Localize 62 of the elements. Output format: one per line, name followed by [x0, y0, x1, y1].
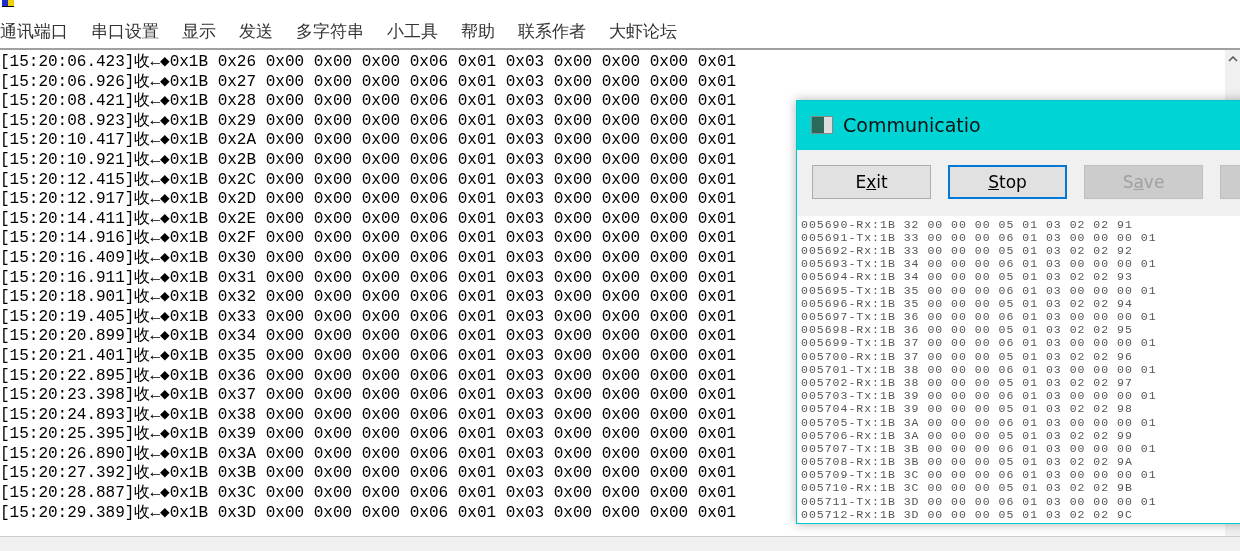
log-line: [15:20:20.899]收←◆0x1B 0x34 0x00 0x00 0x00 0x06 0x01 0x03 0x00 0x00 0x00 0x01: [0, 327, 737, 346]
log-line: [15:20:14.916]收←◆0x1B 0x2F 0x00 0x00 0x00 0x06 0x01 0x03 0x00 0x00 0x00 0x01: [0, 229, 737, 248]
log-line: [15:20:28.887]收←◆0x1B 0x3C 0x00 0x00 0x00 0x06 0x01 0x03 0x00 0x00 0x00 0x01: [0, 484, 737, 503]
window-icon: [811, 116, 833, 135]
log-line: 005703-Tx:1B 39 00 00 00 06 01 03 00 00 00 01: [801, 389, 1157, 403]
log-line: [15:20:29.389]收←◆0x1B 0x3D 0x00 0x00 0x00 0x06 0x01 0x03 0x00 0x00 0x00 0x01: [0, 503, 737, 522]
menu-item[interactable]: 帮助: [461, 19, 507, 43]
log-line: 005708-Rx:1B 3B 00 00 00 05 01 03 02 02 9A: [801, 455, 1133, 469]
log-line: [15:20:16.409]收←◆0x1B 0x30 0x00 0x00 0x00 0x06 0x01 0x03 0x00 0x00 0x00 0x01: [0, 248, 737, 267]
menu-item[interactable]: 通讯端口: [0, 19, 80, 43]
menu-item[interactable]: 联系作者: [518, 19, 598, 43]
log-line: [15:20:21.401]收←◆0x1B 0x35 0x00 0x00 0x00 0x06 0x01 0x03 0x00 0x00 0x00 0x01: [0, 346, 737, 365]
log-line: [15:20:24.893]收←◆0x1B 0x38 0x00 0x00 0x00 0x06 0x01 0x03 0x00 0x00 0x00 0x01: [0, 405, 737, 424]
log-line: [15:20:23.398]收←◆0x1B 0x37 0x00 0x00 0x00 0x06 0x01 0x03 0x00 0x00 0x00 0x01: [0, 386, 737, 405]
log-line: 005702-Rx:1B 38 00 00 00 05 01 03 02 02 97: [801, 375, 1133, 389]
log-line: [15:20:14.411]收←◆0x1B 0x2E 0x00 0x00 0x00 0x06 0x01 0x03 0x00 0x00 0x00 0x01: [0, 209, 737, 228]
log-line: 005712-Rx:1B 3D 00 00 00 05 01 03 02 02 9C: [801, 507, 1133, 521]
dialog-button[interactable]: Stop: [948, 164, 1067, 199]
log-line: [15:20:16.911]收←◆0x1B 0x31 0x00 0x00 0x00 0x06 0x01 0x03 0x00 0x00 0x00 0x01: [0, 268, 737, 287]
log-line: 005690-Rx:1B 32 00 00 00 05 01 03 02 02 91: [801, 217, 1133, 231]
log-line: [15:20:08.421]收←◆0x1B 0x28 0x00 0x00 0x00 0x06 0x01 0x03 0x00 0x00 0x00 0x01: [0, 92, 737, 111]
dialog-button[interactable]: Exit: [812, 164, 931, 199]
log-line: 005704-Rx:1B 39 00 00 00 05 01 03 02 02 98: [801, 402, 1133, 416]
log-line: 005700-Rx:1B 37 00 00 00 05 01 03 02 02 96: [801, 349, 1133, 363]
log-line: 005695-Tx:1B 35 00 00 00 06 01 03 00 00 00 01: [801, 283, 1157, 297]
log-line: 005696-Rx:1B 35 00 00 00 05 01 03 02 02 94: [801, 296, 1133, 310]
log-line: [15:20:18.901]收←◆0x1B 0x32 0x00 0x00 0x00 0x06 0x01 0x03 0x00 0x00 0x00 0x01: [0, 288, 737, 307]
menu-item[interactable]: 显示: [182, 19, 228, 43]
log-line: [15:20:19.405]收←◆0x1B 0x33 0x00 0x00 0x00 0x06 0x01 0x03 0x00 0x00 0x00 0x01: [0, 307, 737, 326]
log-line: 005698-Rx:1B 36 00 00 00 05 01 03 02 02 95: [801, 323, 1133, 337]
log-line: [15:20:25.395]收←◆0x1B 0x39 0x00 0x00 0x00 0x06 0x01 0x03 0x00 0x00 0x00 0x01: [0, 425, 737, 444]
app-icon: [2, 0, 14, 7]
log-line: 005697-Tx:1B 36 00 00 00 06 01 03 00 00 00 01: [801, 310, 1157, 323]
log-line: [15:20:10.921]收←◆0x1B 0x2B 0x00 0x00 0x00 0x06 0x01 0x03 0x00 0x00 0x00 0x01: [0, 150, 737, 169]
log-line: 005709-Tx:1B 3C 00 00 00 06 01 03 00 00 00 01: [801, 468, 1157, 482]
log-line: [15:20:22.895]收←◆0x1B 0x36 0x00 0x00 0x00 0x06 0x01 0x03 0x00 0x00 0x00 0x01: [0, 366, 737, 385]
log-line: 005706-Rx:1B 3A 00 00 00 05 01 03 02 02 99: [801, 428, 1133, 442]
scroll-up-icon[interactable]: [1227, 56, 1238, 62]
log-line: 005691-Tx:1B 33 00 00 00 06 01 03 00 00 00 01: [801, 230, 1157, 244]
menu-item[interactable]: 多字符串: [296, 19, 376, 43]
menu-item[interactable]: 串口设置: [91, 19, 171, 43]
log-line: 005705-Tx:1B 3A 00 00 00 06 01 03 00 00 00 01: [801, 415, 1157, 429]
log-line: [15:20:06.423]收←◆0x1B 0x26 0x00 0x00 0x00 0x06 0x01 0x03 0x00 0x00 0x00 0x01: [0, 53, 737, 71]
log-line: [15:20:26.890]收←◆0x1B 0x3A 0x00 0x00 0x00 0x06 0x01 0x03 0x00 0x00 0x00 0x01: [0, 444, 737, 463]
log-line: 005711-Tx:1B 3D 00 00 00 06 01 03 00 00 00 01: [801, 494, 1157, 508]
log-line: 005694-Rx:1B 34 00 00 00 05 01 03 02 02 93: [801, 270, 1133, 284]
log-line: 005692-Rx:1B 33 00 00 00 05 01 03 02 02 92: [801, 244, 1133, 258]
log-line: [15:20:12.415]收←◆0x1B 0x2C 0x00 0x00 0x00 0x06 0x01 0x03 0x00 0x00 0x00 0x01: [0, 170, 737, 189]
window-title: Communicatio: [843, 114, 982, 137]
log-line: 005710-Rx:1B 3C 00 00 00 05 01 03 02 02 9B: [801, 481, 1133, 495]
log-line: 005699-Tx:1B 37 00 00 00 06 01 03 00 00 00 01: [801, 336, 1157, 350]
menu-item[interactable]: 小工具: [387, 19, 450, 43]
log-line: [15:20:10.417]收←◆0x1B 0x2A 0x00 0x00 0x00 0x06 0x01 0x03 0x00 0x00 0x00 0x01: [0, 131, 737, 150]
log-line: 005693-Tx:1B 34 00 00 00 06 01 03 00 00 00 01: [801, 257, 1157, 271]
log-line: [15:20:08.923]收←◆0x1B 0x29 0x00 0x00 0x00 0x06 0x01 0x03 0x00 0x00 0x00 0x01: [0, 111, 737, 130]
log-line: [15:20:27.392]收←◆0x1B 0x3B 0x00 0x00 0x00 0x06 0x01 0x03 0x00 0x00 0x00 0x01: [0, 464, 737, 483]
log-line: [15:20:06.926]收←◆0x1B 0x27 0x00 0x00 0x00 0x06 0x01 0x03 0x00 0x00 0x00 0x01: [0, 72, 737, 91]
log-line: 005707-Tx:1B 3B 00 00 00 06 01 03 00 00 00 01: [801, 441, 1157, 455]
menu-item[interactable]: 大虾论坛: [609, 19, 689, 43]
log-line: 005701-Tx:1B 38 00 00 00 06 01 03 00 00 00 01: [801, 362, 1157, 376]
menu-item[interactable]: 发送: [239, 19, 285, 43]
log-line: [15:20:12.917]收←◆0x1B 0x2D 0x00 0x00 0x00 0x06 0x01 0x03 0x00 0x00 0x00 0x01: [0, 190, 737, 209]
